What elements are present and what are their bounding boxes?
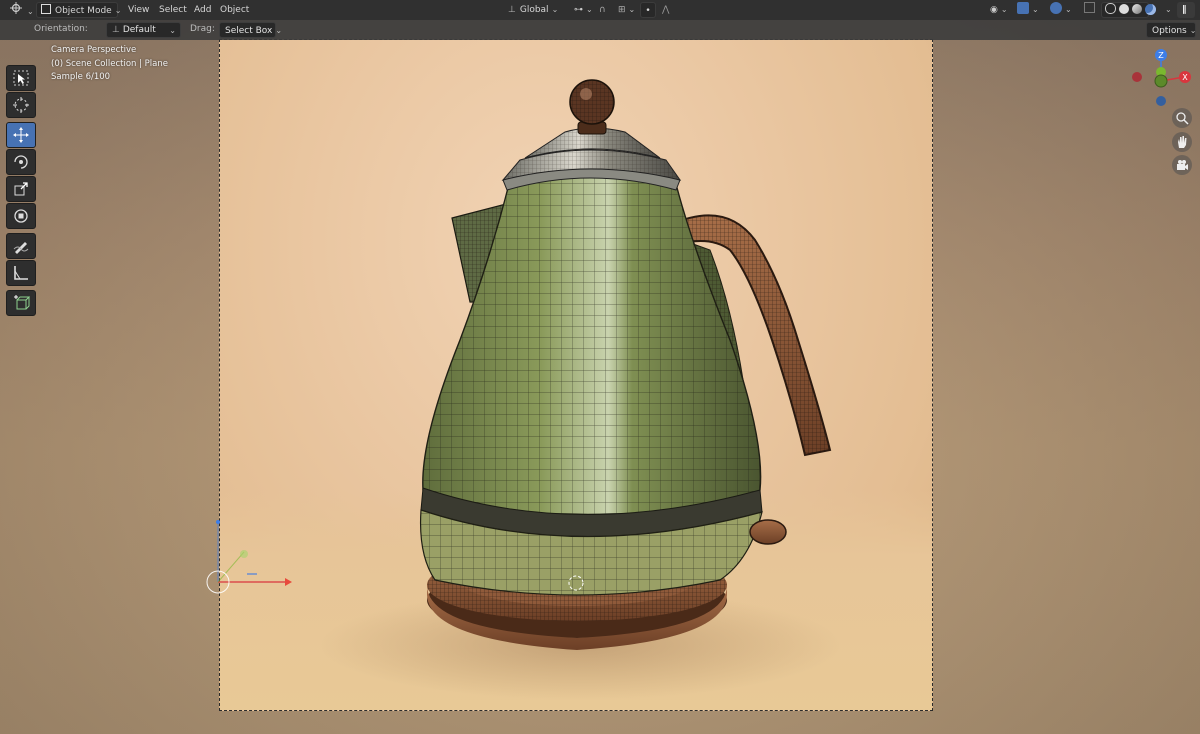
xray-icon	[1084, 2, 1095, 13]
hand-icon	[1178, 136, 1187, 148]
pan-view-button[interactable]	[1172, 132, 1192, 152]
gizmo-icon	[1017, 2, 1029, 14]
editor-type-button[interactable]: ⌄	[6, 2, 38, 18]
drag-value: Select Box	[225, 26, 273, 36]
proportional-falloff-dropdown[interactable]: ⋀	[658, 2, 673, 18]
menu-object[interactable]: Object	[216, 2, 253, 18]
pivot-point-dropdown[interactable]: ⊶ ⌄	[570, 2, 597, 18]
rotate-icon	[14, 155, 28, 169]
pause-icon: ∥	[1182, 5, 1187, 15]
gizmo-toggle[interactable]: ⌄	[1013, 2, 1043, 18]
material-shading-icon[interactable]	[1131, 4, 1142, 14]
proportional-editing-toggle[interactable]: •	[640, 2, 656, 18]
chevron-down-icon: ⌄	[628, 5, 636, 14]
falloff-curve-icon: ⋀	[662, 5, 670, 15]
chevron-down-icon: ⌄	[1165, 5, 1172, 14]
tool-select-box[interactable]	[6, 65, 36, 91]
chevron-down-icon: ⌄	[551, 5, 559, 14]
tool-transform[interactable]	[6, 203, 36, 229]
tool-cursor[interactable]	[6, 92, 36, 118]
tool-rotate[interactable]	[6, 149, 36, 175]
options-dropdown[interactable]: Options ⌄	[1146, 22, 1196, 38]
mode-selector[interactable]: Object Mode ⌄	[36, 2, 121, 18]
chevron-down-icon: ⌄	[1065, 5, 1072, 14]
chevron-down-icon: ⌄	[27, 7, 34, 16]
solid-shading-icon[interactable]	[1118, 4, 1129, 14]
menu-select[interactable]: Select	[155, 2, 191, 18]
chevron-down-icon: ⌄	[1032, 5, 1039, 14]
view-name: Camera Perspective	[51, 45, 137, 55]
overlays-icon	[1050, 2, 1062, 14]
move-icon	[13, 127, 29, 143]
shading-mode-group	[1101, 2, 1156, 18]
tool-scale[interactable]	[6, 176, 36, 202]
chevron-down-icon: ⌄	[1000, 5, 1008, 14]
transform-orientation-label: Global	[519, 5, 549, 15]
tool-annotate[interactable]	[6, 233, 36, 259]
select-box-icon	[13, 70, 29, 86]
xray-toggle[interactable]	[1080, 2, 1099, 18]
magnet-icon: ∩	[599, 5, 606, 15]
zoom-view-button[interactable]	[1172, 108, 1192, 128]
gizmo-z-label: Z	[1158, 51, 1164, 60]
tool-settings-bar: Orientation: ⊥ Default ⌄ Drag: Select Box ⌄…	[0, 20, 1200, 40]
object-mode-icon	[41, 4, 51, 14]
scale-icon	[14, 182, 28, 196]
tool-move[interactable]	[6, 122, 36, 148]
magnify-icon	[1176, 112, 1189, 125]
orientation-axes-icon: ⊥	[508, 5, 516, 15]
mode-label: Object Mode	[55, 6, 112, 16]
chevron-down-icon: ⌄	[275, 26, 283, 35]
camera-frame	[219, 39, 933, 711]
snap-increment-icon: ⊞	[618, 5, 626, 15]
pivot-icon: ⊶	[574, 5, 583, 15]
annotate-pencil-icon	[13, 242, 29, 254]
kettle-render	[320, 79, 840, 700]
snap-toggle[interactable]: ∩	[596, 2, 612, 18]
orientation-dropdown[interactable]: ⊥ Default ⌄	[106, 22, 181, 38]
3d-viewport[interactable]: Camera Perspective (0) Scene Collection …	[0, 20, 1200, 734]
transform-orientation-dropdown[interactable]: ⊥ Global ⌄	[504, 2, 562, 18]
rendered-shading-icon[interactable]	[1144, 4, 1156, 15]
navigation-gizmo[interactable]: Z X	[1126, 48, 1196, 110]
transform-icon	[14, 209, 28, 223]
tool-add-cube[interactable]	[6, 290, 36, 316]
chevron-down-icon: ⌄	[114, 6, 122, 15]
world-origin-indicator	[206, 520, 292, 594]
menu-view[interactable]: View	[124, 2, 153, 18]
orientation-gizmo-icon: ⊥	[112, 25, 120, 35]
wireframe-shading-icon[interactable]	[1105, 3, 1116, 14]
render-sample-info: Sample 6/100	[51, 72, 111, 82]
add-cube-icon	[14, 295, 30, 310]
svg-text:X: X	[1182, 73, 1188, 82]
menu-add[interactable]: Add	[190, 2, 215, 18]
tool-measure[interactable]	[6, 260, 36, 286]
chevron-down-icon: ⌄	[586, 5, 593, 14]
sidebar-toggle[interactable]: ∥	[1177, 2, 1195, 18]
chevron-down-icon: ⌄	[1189, 26, 1197, 35]
orientation-label: Orientation:	[34, 24, 88, 34]
drag-dropdown[interactable]: Select Box ⌄	[219, 22, 282, 38]
eye-icon: ◉	[990, 5, 998, 15]
measure-ruler-icon	[14, 266, 28, 280]
overlays-toggle[interactable]: ⌄	[1046, 2, 1076, 18]
camera-icon	[1177, 160, 1188, 170]
drag-label: Drag:	[190, 24, 215, 34]
orientation-value: Default	[122, 25, 156, 35]
viewport-header: ⌄ Object Mode ⌄ View Select Add Object ⊥ G…	[0, 0, 1200, 20]
chevron-down-icon: ⌄	[169, 26, 176, 35]
visibility-dropdown[interactable]: ◉ ⌄	[986, 2, 1012, 18]
shading-options-dropdown[interactable]: ⌄	[1158, 2, 1176, 18]
snap-target-dropdown[interactable]: ⊞ ⌄	[614, 2, 639, 18]
options-label: Options	[1152, 26, 1187, 36]
editor-type-icon	[10, 2, 22, 14]
proportional-icon: •	[645, 6, 651, 16]
cursor-icon	[13, 97, 29, 113]
collection-info: (0) Scene Collection | Plane	[51, 59, 168, 69]
camera-view-button[interactable]	[1172, 155, 1192, 175]
